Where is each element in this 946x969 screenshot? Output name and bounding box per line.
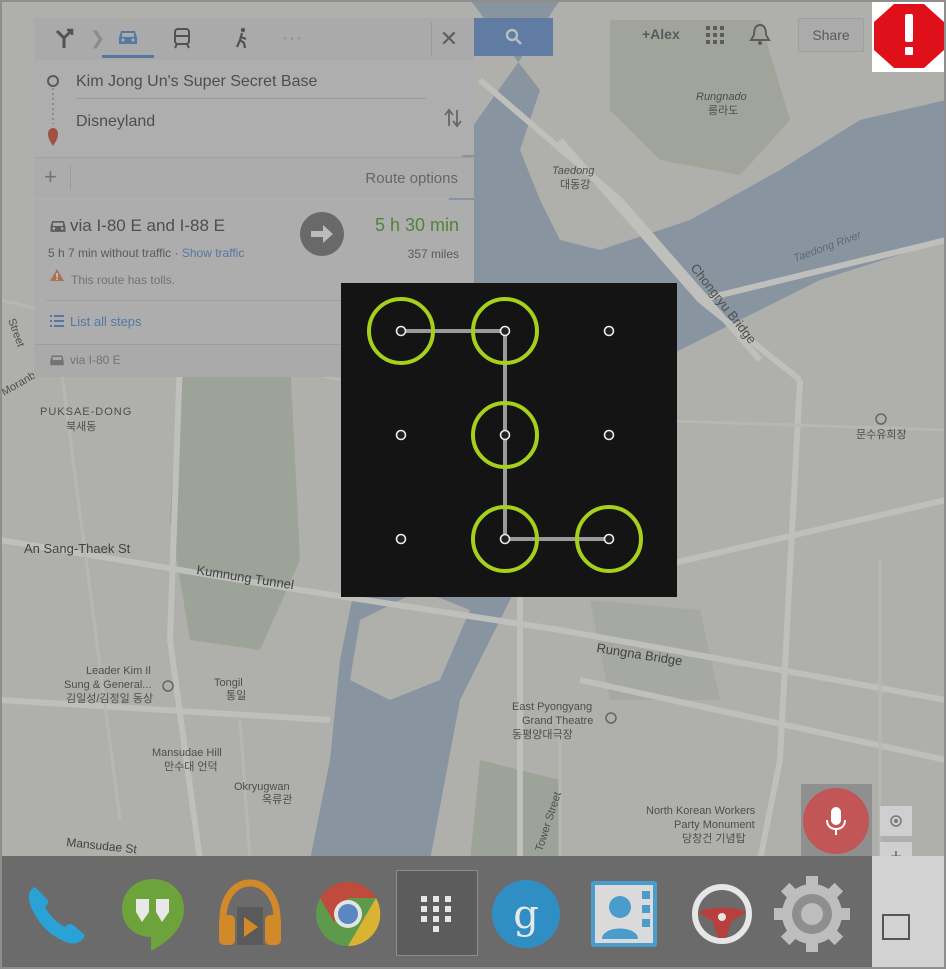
map-label-leader-kr: 김일성/김정일 동상 [66,691,153,705]
map-label-grand-theatre: Grand Theatre [522,715,593,727]
settings-app[interactable] [770,874,854,954]
tab-walking[interactable] [220,18,264,58]
share-button[interactable]: Share [798,18,864,52]
location-target-icon [890,815,902,827]
map-label-leader2: Sung & General... [64,679,151,691]
map-controls-corner [872,856,946,969]
map-label-okryugwan-kr: 옥류관 [262,793,292,806]
start-navigation-button[interactable] [300,212,344,256]
phone-app[interactable] [16,874,96,954]
pattern-dot-4[interactable] [395,429,407,441]
route-title: via I-80 E and I-88 E [70,216,225,235]
hangouts-icon [122,879,184,951]
car-icon [119,30,137,44]
more-modes-icon[interactable]: ··· [270,18,314,58]
my-location-button[interactable] [880,806,912,836]
list-icon [50,315,64,327]
search-icon [505,28,522,45]
map-label-stadium-kr: 문수유희장 [856,428,907,441]
map-label-grand-theatre-kr: 동평양대극장 [512,728,573,741]
map-label-okryugwan: Okryugwan [234,781,290,793]
toll-warning: This route has tolls. [71,273,176,287]
route-fields: Kim Jong Un's Super Secret Base Disneyla… [34,60,474,155]
map-label-tongil-kr: 통일 [226,688,246,702]
route-line-icon [47,75,59,146]
alert-badge[interactable] [872,0,946,72]
tab-driving[interactable] [102,18,154,58]
chrome-icon [316,881,381,947]
fullscreen-toggle-icon[interactable] [882,914,910,940]
play-music-icon [219,879,281,945]
close-icon[interactable]: ✕ [431,22,466,56]
traffic-info: 5 h 7 min without traffic · Show traffic [48,246,244,260]
svg-text:g: g [513,892,539,938]
app-dock: g [0,856,872,969]
add-destination-icon[interactable]: + [44,164,57,190]
alternate-route-title: via I-80 E [70,353,121,367]
map-label-puksae-kr: 북새동 [66,420,96,433]
map-label-leader: Leader Kim Il [86,665,151,677]
swap-icon[interactable] [444,108,462,128]
warning-icon [50,269,64,281]
search-button[interactable] [474,18,553,56]
phone-icon [28,887,85,944]
train-icon [174,28,190,49]
destination-input[interactable]: Disneyland [76,106,426,138]
alert-octagon-icon [874,4,944,68]
route-options-link[interactable]: Route options [365,170,458,187]
origin-input[interactable]: Kim Jong Un's Super Secret Base [76,66,426,99]
hangouts-app[interactable] [113,874,193,954]
map-label-east-pyongyang: East Pyongyang [512,701,592,713]
without-traffic-text: 5 h 7 min without traffic · [48,246,182,260]
map-label-tongil: Tongil [214,677,243,689]
pattern-grid[interactable] [341,283,677,597]
map-label-mansudae-hill-kr: 만수대 언덕 [164,760,218,773]
apps-grid-icon[interactable] [705,25,725,45]
tab-transit[interactable] [160,18,204,58]
map-label-rungnado: Rungnado [696,91,747,103]
travel-mode-bar: ❯ ··· ✕ [34,18,474,61]
map-label-rungnado-kr: 릉라도 [708,104,738,117]
play-music-app[interactable] [210,874,290,954]
microphone-icon [826,807,846,835]
divider [70,166,71,190]
car-icon [50,355,64,366]
map-label-mansudae-hill: Mansudae Hill [152,747,222,759]
show-traffic-link[interactable]: Show traffic [182,246,244,260]
route-duration: 5 h 30 min [374,215,459,235]
pattern-lock-pad[interactable] [341,283,677,597]
map-label-party-monument: Party Monument [674,819,755,831]
google-search-app[interactable]: g [486,874,566,954]
directions-fork-icon [55,28,74,48]
user-name-link[interactable]: +Alex [642,26,680,42]
arrow-right-icon [311,225,333,243]
contacts-app[interactable] [584,874,664,954]
directions-mode-button[interactable] [42,18,86,58]
app-drawer-icon [421,896,451,932]
car-mode-app[interactable] [682,874,762,954]
map-label-party-monument-kr: 당창건 기념탑 [682,832,746,845]
car-mode-icon [692,884,752,944]
pattern-dot-3[interactable] [603,325,615,337]
settings-icon [774,876,850,952]
app-drawer-button[interactable] [396,874,476,954]
voice-search-panel [801,784,872,856]
car-icon [50,221,66,232]
route-distance: 357 miles [407,247,459,261]
contacts-icon [591,881,657,947]
map-label-nk-workers: North Korean Workers [646,805,756,817]
list-all-steps-link[interactable]: List all steps [70,314,142,329]
google-search-icon: g [492,880,560,948]
voice-search-button[interactable] [803,788,869,854]
pattern-dot-7[interactable] [395,533,407,545]
map-label-ansang: An Sang-Thaek St [24,541,131,556]
chrome-app[interactable] [308,874,388,954]
map-label-puksae: PUKSAE-DONG [40,406,132,418]
pattern-dot-6[interactable] [603,429,615,441]
walking-icon [235,27,247,49]
map-label-taedong: Taedong [552,165,595,177]
map-label-taedong-kr: 대동강 [560,178,590,191]
route-options-bar: + Route options [34,157,474,198]
notifications-bell-icon[interactable] [749,23,771,47]
